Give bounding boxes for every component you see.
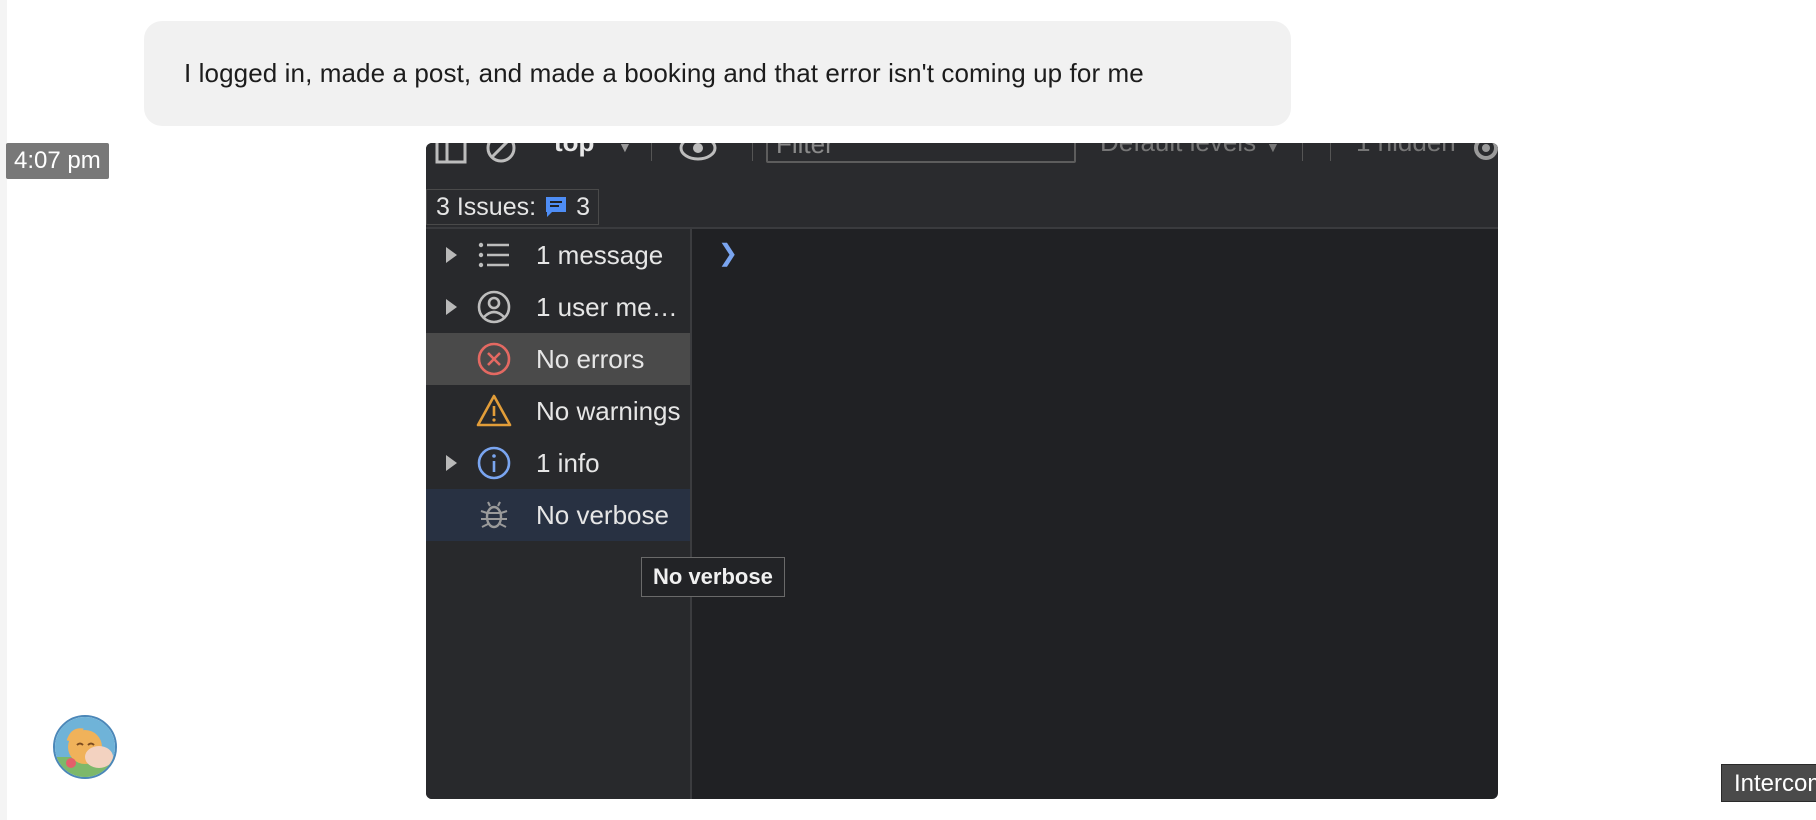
tooltip: No verbose xyxy=(641,557,785,597)
error-icon xyxy=(477,342,511,376)
eye-icon[interactable] xyxy=(678,143,718,165)
sidebar-item-errors[interactable]: No errors xyxy=(426,333,690,385)
issues-button[interactable]: 3 Issues: 3 xyxy=(426,189,599,225)
gear-icon[interactable] xyxy=(1470,143,1498,165)
hidden-count: 1 hidden xyxy=(1356,143,1456,158)
expand-arrow-icon[interactable] xyxy=(446,247,457,263)
log-levels-dropdown[interactable]: Default levels xyxy=(1100,143,1256,158)
info-icon xyxy=(477,446,511,480)
warning-icon xyxy=(476,394,512,427)
sidebar-toggle-icon[interactable] xyxy=(434,143,468,165)
console-sidebar: 1 message 1 user me… No errors No warnin… xyxy=(426,229,692,799)
devtools-screenshot: top ▼ Filter Default levels ▼ 1 hidden 3… xyxy=(426,143,1498,799)
chevron-down-icon: ▼ xyxy=(1266,143,1280,155)
message-text: I logged in, made a post, and made a boo… xyxy=(184,58,1144,88)
sidebar-item-label: 1 user me… xyxy=(536,291,678,322)
sidebar-item-label: No verbose xyxy=(536,499,669,530)
sidebar-item-warnings[interactable]: No warnings xyxy=(426,385,690,437)
console-prompt-chevron-icon[interactable]: ❯ xyxy=(718,239,738,268)
message-bubble: I logged in, made a post, and made a boo… xyxy=(144,21,1291,126)
sidebar-item-user-messages[interactable]: 1 user me… xyxy=(426,281,690,333)
issues-count: 3 xyxy=(576,192,590,221)
console-toolbar: top ▼ Filter Default levels ▼ 1 hidden xyxy=(426,143,1498,183)
chevron-down-icon: ▼ xyxy=(618,143,632,155)
issues-bar: 3 Issues: 3 xyxy=(426,183,1498,229)
left-border xyxy=(0,0,7,820)
sidebar-item-label: No warnings xyxy=(536,395,681,426)
sidebar-item-messages[interactable]: 1 message xyxy=(426,229,690,281)
sidebar-item-info[interactable]: 1 info xyxy=(426,437,690,489)
expand-arrow-icon[interactable] xyxy=(446,299,457,315)
context-selector[interactable]: top xyxy=(554,143,594,158)
sidebar-item-label: 1 info xyxy=(536,447,600,478)
bug-icon xyxy=(480,501,508,529)
avatar[interactable] xyxy=(53,715,117,779)
sidebar-item-verbose[interactable]: No verbose xyxy=(426,489,690,541)
issues-label: 3 Issues: xyxy=(436,192,537,221)
message-timestamp: 4:07 pm xyxy=(6,143,109,179)
sidebar-item-label: 1 message xyxy=(536,239,664,270)
clear-console-icon[interactable] xyxy=(484,143,518,165)
filter-placeholder: Filter xyxy=(776,143,834,159)
toolbar-divider xyxy=(752,143,753,161)
sidebar-item-label: No errors xyxy=(536,343,645,374)
filter-input[interactable]: Filter xyxy=(766,143,1076,163)
user-icon xyxy=(477,290,511,324)
issue-message-icon xyxy=(546,197,567,217)
toolbar-divider xyxy=(1330,143,1331,161)
list-icon xyxy=(478,242,509,268)
expand-arrow-icon[interactable] xyxy=(446,455,457,471)
toolbar-divider xyxy=(1302,143,1303,161)
avatar-image xyxy=(55,717,115,777)
toolbar-divider xyxy=(651,143,652,161)
intercom-badge[interactable]: Intercom xyxy=(1721,764,1816,802)
